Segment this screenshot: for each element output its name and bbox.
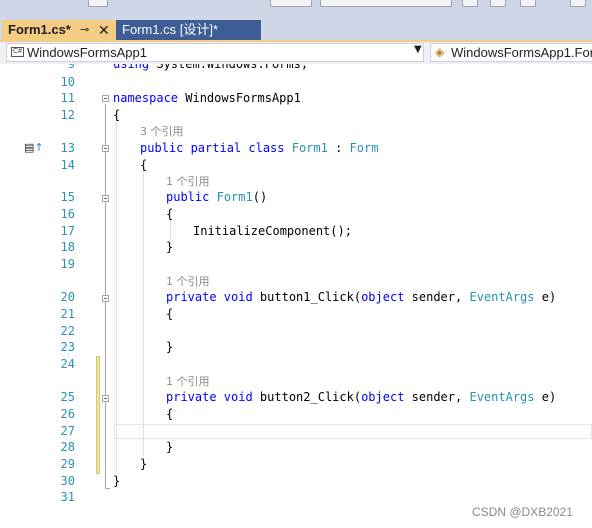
code-line: 10	[0, 74, 592, 91]
toolbar-button[interactable]	[462, 0, 478, 7]
toolbar-button[interactable]	[490, 0, 506, 7]
class-combo-label: WindowsFormsApp1.Form	[451, 45, 592, 60]
code-line: 31	[0, 489, 592, 506]
code-text: {	[166, 307, 174, 321]
code-line: 15 public Form1()	[0, 189, 592, 206]
class-icon: ◈	[435, 45, 445, 59]
navigation-bar: C# WindowsFormsApp1 ▼ ◈ WindowsFormsApp1…	[0, 42, 592, 65]
code-line: 18 }	[0, 239, 592, 256]
code-line: 14 {	[0, 157, 592, 174]
toolbar-button[interactable]	[570, 0, 586, 7]
close-icon[interactable]: ✕	[98, 20, 110, 40]
toolbar-combo[interactable]	[320, 0, 452, 7]
code-line: 26 {	[0, 406, 592, 423]
code-text: private void button2_Click(object sender…	[166, 390, 557, 404]
watermark: CSDN @DXB2021	[472, 505, 573, 519]
code-line: 20 private void button1_Click(object sen…	[0, 289, 592, 306]
code-text: {	[166, 407, 174, 421]
tab-label: Form1.cs [设计]*	[122, 22, 219, 37]
line-number: 16	[60, 207, 75, 221]
line-number: 22	[60, 324, 75, 338]
code-text: }	[166, 440, 174, 454]
code-line: 16 {	[0, 206, 592, 223]
code-line: 11 namespace WindowsFormsApp1	[0, 90, 592, 107]
code-line: 13 public partial class Form1 : Form	[0, 140, 592, 157]
toolbar-strip	[0, 0, 592, 19]
code-text: public partial class Form1 : Form	[140, 141, 379, 155]
project-combo[interactable]: C# WindowsFormsApp1	[6, 43, 424, 62]
code-text: }	[140, 457, 148, 471]
toolbar-button[interactable]	[88, 0, 108, 7]
line-number: 31	[60, 490, 75, 504]
pin-icon[interactable]: ⊸	[80, 20, 89, 40]
codelens: 1 个引用	[0, 373, 592, 390]
line-number: 30	[60, 474, 75, 488]
codelens-references[interactable]: 1 个引用	[166, 173, 210, 190]
code-text: namespace WindowsFormsApp1	[113, 91, 301, 105]
code-line: 19	[0, 256, 592, 273]
code-text: using System.Windows.Forms;	[113, 64, 309, 71]
line-number: 26	[60, 407, 75, 421]
chevron-down-icon[interactable]: ▼	[414, 44, 422, 55]
document-tab-bar: Form1.cs* ⊸ ✕ Form1.cs [设计]*	[0, 19, 592, 42]
code-line: 9 using System.Windows.Forms;	[0, 64, 592, 73]
code-line: 25 private void button2_Click(object sen…	[0, 389, 592, 406]
codelens: 1 个引用	[0, 173, 592, 190]
line-number: 15	[60, 190, 75, 204]
toolbar-combo[interactable]	[270, 0, 312, 7]
code-text: {	[140, 158, 148, 172]
code-text: }	[113, 474, 121, 488]
line-number: 10	[60, 75, 75, 89]
codelens: 3 个引用	[0, 123, 592, 140]
line-number: 25	[60, 390, 75, 404]
tab-form1-designer[interactable]: Form1.cs [设计]*	[116, 20, 261, 40]
code-text: }	[166, 340, 174, 354]
line-number: 20	[60, 290, 75, 304]
line-number: 19	[60, 257, 75, 271]
line-number: 9	[67, 64, 75, 71]
code-editor[interactable]: 9 using System.Windows.Forms; ▤↑ 10 11 n…	[0, 64, 592, 528]
codelens-references[interactable]: 1 个引用	[166, 273, 210, 290]
code-text: {	[113, 108, 121, 122]
line-number: 14	[60, 158, 75, 172]
code-line: 21 {	[0, 306, 592, 323]
code-line: 12 {	[0, 107, 592, 124]
line-number: 17	[60, 224, 75, 238]
code-line: 17 InitializeComponent();	[0, 223, 592, 240]
line-number: 13	[60, 141, 75, 155]
code-text: public Form1()	[166, 190, 268, 204]
code-line: 27	[0, 423, 592, 440]
code-text: {	[166, 207, 174, 221]
line-number: 11	[60, 91, 75, 105]
line-number: 23	[60, 340, 75, 354]
codelens: 1 个引用	[0, 273, 592, 290]
code-line: 28 }	[0, 439, 592, 456]
tab-form1-cs[interactable]: Form1.cs* ⊸ ✕	[2, 20, 116, 40]
line-number: 21	[60, 307, 75, 321]
toolbar-button[interactable]	[520, 0, 536, 7]
code-line: 30 }	[0, 473, 592, 490]
code-line: 24	[0, 356, 592, 373]
project-combo-label: WindowsFormsApp1	[27, 45, 147, 60]
class-combo[interactable]: ◈ WindowsFormsApp1.Form	[430, 43, 592, 62]
line-number: 24	[60, 357, 75, 371]
code-line: 29 }	[0, 456, 592, 473]
code-text: private void button1_Click(object sender…	[166, 290, 557, 304]
code-line: 23 }	[0, 339, 592, 356]
code-text: }	[166, 240, 174, 254]
line-number: 29	[60, 457, 75, 471]
line-number: 28	[60, 440, 75, 454]
codelens-references[interactable]: 1 个引用	[166, 373, 210, 390]
line-number: 18	[60, 240, 75, 254]
line-number: 27	[60, 424, 75, 438]
codelens-references[interactable]: 3 个引用	[140, 123, 184, 140]
csharp-project-icon: C#	[11, 47, 24, 57]
code-line: 22	[0, 323, 592, 340]
code-text: InitializeComponent();	[193, 224, 352, 238]
tab-label: Form1.cs*	[8, 22, 71, 37]
line-number: 12	[60, 108, 75, 122]
